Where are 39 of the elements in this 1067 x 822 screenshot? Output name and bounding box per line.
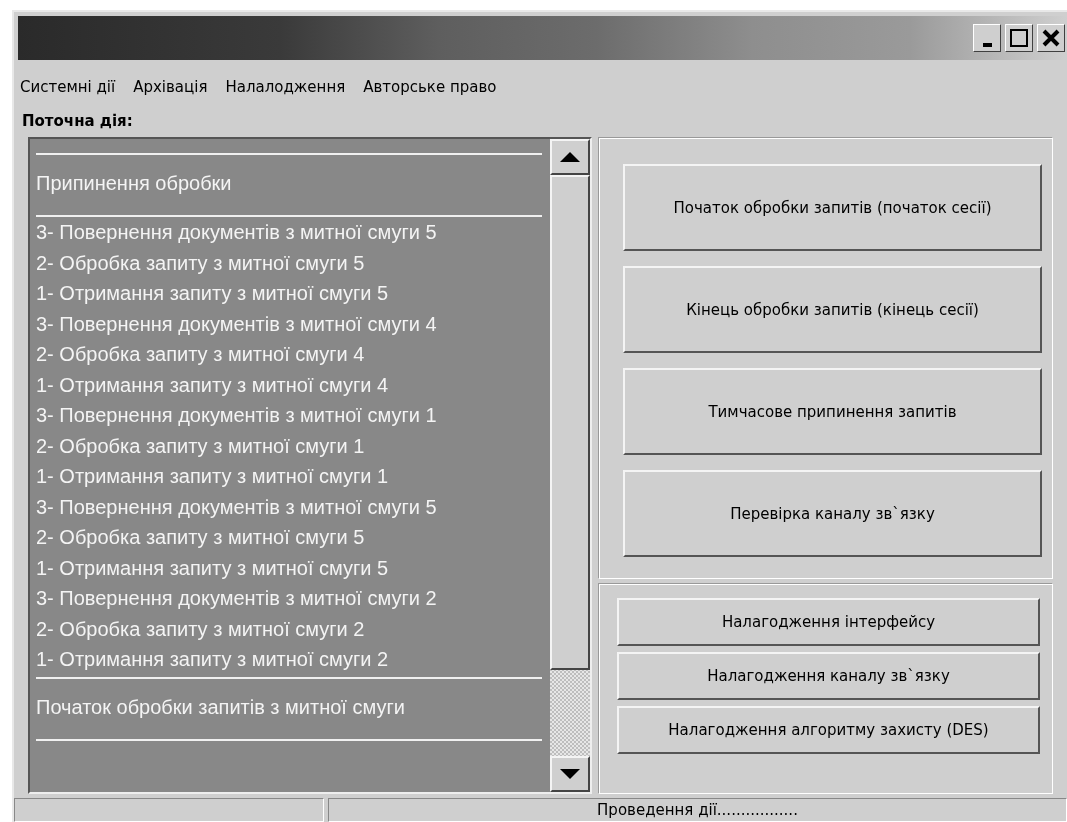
- setup-button[interactable]: Налагодження алгоритму захисту (DES): [617, 706, 1040, 754]
- session-button[interactable]: Перевірка каналу зв`язку: [623, 470, 1042, 557]
- log-entry: 2- Обробка запиту з митної смуги 5: [35, 250, 366, 276]
- log-entry: 1- Отримання запиту з митної смуги 5: [35, 281, 390, 306]
- log-entry: 3- Повернення документів з митної смуги 5: [35, 494, 438, 520]
- setup-button[interactable]: Налагодження каналу зв`язку: [617, 652, 1040, 700]
- log-entry: 1- Отримання запиту з митної смуги 5: [35, 555, 390, 581]
- up-arrow-icon: [560, 152, 580, 162]
- down-arrow-icon: [560, 769, 580, 779]
- menu-item[interactable]: Архівація: [133, 78, 208, 96]
- status-text: Проведення дії.................: [597, 801, 798, 819]
- log-entry: 1- Отримання запиту з митної смуги 4: [35, 372, 390, 398]
- session-button[interactable]: Кінець обробки запитів (кінець сесії): [623, 266, 1042, 353]
- log-entry: 3- Повернення документів з митної смуги 5: [35, 220, 438, 245]
- session-button[interactable]: Тимчасове припинення запитів: [623, 368, 1042, 455]
- log-entry: 1- Отримання запиту з митної смуги 2: [35, 647, 390, 672]
- current-action-label: Поточна дія:: [22, 112, 133, 130]
- log-entry: 2- Обробка запиту з митної смуги 2: [35, 616, 366, 642]
- log-entry: 1- Отримання запиту з митної смуги 1: [35, 464, 390, 489]
- menu-item[interactable]: Авторське право: [363, 78, 497, 96]
- log-entry: 3- Повернення документів з митної смуги 1: [35, 403, 438, 428]
- log-entry: 2- Обробка запиту з митної смуги 5: [35, 525, 366, 550]
- maximize-button[interactable]: [1005, 24, 1033, 52]
- log-entry: 3- Повернення документів з митної смуги 4: [35, 311, 438, 337]
- scrollbar[interactable]: [550, 139, 590, 792]
- log-entry: 2- Обробка запиту з митної смуги 4: [35, 342, 366, 367]
- log-header: Припинення обробки: [35, 171, 233, 196]
- log-entry: 2- Обробка запиту з митної смуги 1: [35, 433, 366, 459]
- log-entry: 3- Повернення документів з митної смуги 2: [35, 586, 438, 611]
- minimize-icon: [982, 43, 992, 47]
- menu-item[interactable]: Системні дії: [20, 78, 116, 96]
- setup-button[interactable]: Налагодження інтерфейсу: [617, 598, 1040, 646]
- menu-item[interactable]: Налалодження: [225, 78, 346, 96]
- session-button[interactable]: Початок обробки запитів (початок сесії): [623, 164, 1042, 251]
- minimize-button[interactable]: [973, 24, 1001, 52]
- log-header: Початок обробки запитів з митної смуги: [35, 694, 406, 720]
- maximize-icon: [1010, 29, 1028, 47]
- close-button[interactable]: [1037, 24, 1065, 52]
- close-icon: [1042, 29, 1060, 47]
